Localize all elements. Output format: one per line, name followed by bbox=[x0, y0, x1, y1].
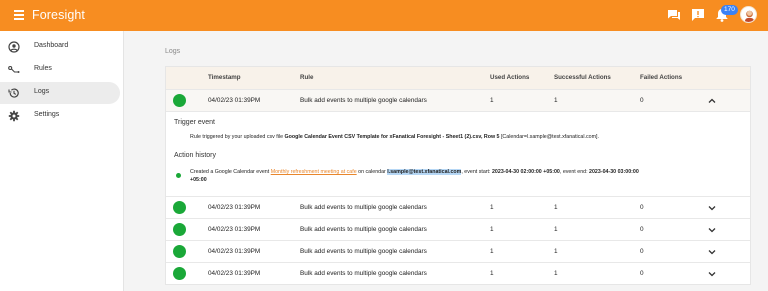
cell-used-actions: 1 bbox=[490, 97, 494, 104]
trigger-suffix: [Calendar=l.sample@test.xfanatical.com]. bbox=[499, 134, 599, 140]
cell-used-actions: 1 bbox=[490, 270, 494, 277]
chat-icon[interactable] bbox=[666, 7, 682, 23]
rules-icon bbox=[8, 65, 20, 73]
avatar[interactable] bbox=[740, 6, 757, 23]
chevron-up-icon[interactable] bbox=[707, 96, 717, 106]
history-start-label: , event start: bbox=[461, 169, 492, 175]
sidebar-item-rules[interactable]: Rules bbox=[0, 59, 120, 81]
status-success-icon bbox=[173, 94, 186, 107]
column-header-timestamp[interactable]: Timestamp bbox=[208, 74, 241, 81]
cell-failed-actions: 0 bbox=[640, 270, 644, 277]
chevron-down-icon[interactable] bbox=[707, 247, 717, 257]
logs-table: Timestamp Rule Used Actions Successful A… bbox=[165, 66, 751, 285]
status-success-icon bbox=[173, 201, 186, 214]
cell-used-actions: 1 bbox=[490, 226, 494, 233]
cell-rule: Bulk add events to multiple google calen… bbox=[300, 270, 427, 277]
cell-used-actions: 1 bbox=[490, 204, 494, 211]
table-row[interactable]: 04/02/23 01:39PM Bulk add events to mult… bbox=[166, 218, 750, 240]
sidebar-item-label: Logs bbox=[34, 88, 50, 95]
status-success-icon bbox=[173, 245, 186, 258]
status-success-icon bbox=[173, 267, 186, 280]
history-mid: on calendar bbox=[356, 169, 388, 175]
column-header-used-actions[interactable]: Used Actions bbox=[490, 74, 529, 81]
cell-rule: Bulk add events to multiple google calen… bbox=[300, 97, 427, 104]
cell-successful-actions: 1 bbox=[554, 248, 558, 255]
table-row[interactable]: 04/02/23 01:39PM Bulk add events to mult… bbox=[166, 240, 750, 262]
history-icon bbox=[8, 88, 19, 98]
cell-rule: Bulk add events to multiple google calen… bbox=[300, 204, 427, 211]
column-header-rule[interactable]: Rule bbox=[300, 74, 313, 81]
cell-successful-actions: 1 bbox=[554, 226, 558, 233]
trigger-event-title: Trigger event bbox=[174, 119, 215, 126]
cell-rule: Bulk add events to multiple google calen… bbox=[300, 248, 427, 255]
action-success-icon bbox=[176, 173, 181, 178]
cell-rule: Bulk add events to multiple google calen… bbox=[300, 226, 427, 233]
sidebar-item-settings[interactable]: Settings bbox=[0, 105, 120, 127]
chevron-down-icon[interactable] bbox=[707, 225, 717, 235]
cell-timestamp: 04/02/23 01:39PM bbox=[208, 226, 261, 233]
chevron-down-icon[interactable] bbox=[707, 203, 717, 213]
notification-badge: 170 bbox=[721, 5, 738, 15]
cell-successful-actions: 1 bbox=[554, 97, 558, 104]
event-end-tz: +05:00 bbox=[190, 177, 207, 183]
dashboard-icon bbox=[8, 41, 20, 53]
trigger-file-name: Google Calendar Event CSV Template for x… bbox=[284, 134, 500, 140]
sidebar: Dashboard Rules Logs Settings bbox=[0, 31, 124, 291]
top-app-bar: Foresight 170 bbox=[0, 0, 768, 31]
chevron-down-icon[interactable] bbox=[707, 269, 717, 279]
sidebar-item-dashboard[interactable]: Dashboard bbox=[0, 36, 120, 58]
trigger-prefix: Rule triggered by your uploaded csv file bbox=[190, 134, 285, 140]
status-success-icon bbox=[173, 223, 186, 236]
table-row[interactable]: 04/02/23 01:39PM Bulk add events to mult… bbox=[166, 262, 750, 284]
action-history-title: Action history bbox=[174, 152, 217, 159]
app-title: Foresight bbox=[32, 8, 86, 22]
cell-timestamp: 04/02/23 01:39PM bbox=[208, 270, 261, 277]
cell-failed-actions: 0 bbox=[640, 204, 644, 211]
sidebar-item-logs[interactable]: Logs bbox=[0, 82, 120, 104]
cell-timestamp: 04/02/23 01:39PM bbox=[208, 248, 261, 255]
cell-failed-actions: 0 bbox=[640, 97, 644, 104]
cell-used-actions: 1 bbox=[490, 248, 494, 255]
column-header-failed-actions[interactable]: Failed Actions bbox=[640, 74, 682, 81]
log-detail-panel: Trigger event Rule triggered by your upl… bbox=[166, 111, 750, 196]
cell-failed-actions: 0 bbox=[640, 226, 644, 233]
trigger-event-text: Rule triggered by your uploaded csv file… bbox=[190, 134, 599, 142]
gear-icon bbox=[8, 110, 20, 122]
feedback-icon[interactable] bbox=[690, 7, 706, 23]
cell-successful-actions: 1 bbox=[554, 270, 558, 277]
history-end-label: , event end: bbox=[559, 169, 590, 175]
cell-failed-actions: 0 bbox=[640, 248, 644, 255]
column-header-successful-actions[interactable]: Successful Actions bbox=[554, 74, 611, 81]
calendar-email: l.sample@test.xfanatical.com bbox=[387, 169, 462, 175]
table-row[interactable]: 04/02/23 01:39PM Bulk add events to mult… bbox=[166, 89, 750, 111]
event-start: 2023-04-30 02:00:00 +05:00 bbox=[491, 169, 560, 175]
sidebar-item-label: Dashboard bbox=[34, 42, 69, 49]
sidebar-item-label: Rules bbox=[34, 65, 52, 72]
sidebar-item-label: Settings bbox=[34, 111, 60, 118]
menu-icon[interactable] bbox=[14, 10, 24, 21]
table-header: Timestamp Rule Used Actions Successful A… bbox=[166, 67, 750, 89]
action-history-text: Created a Google Calendar event Monthly … bbox=[190, 169, 639, 177]
cell-timestamp: 04/02/23 01:39PM bbox=[208, 97, 261, 104]
event-link[interactable]: Monthly refreshment meeting at cafe bbox=[271, 169, 357, 175]
cell-timestamp: 04/02/23 01:39PM bbox=[208, 204, 261, 211]
table-row[interactable]: 04/02/23 01:39PM Bulk add events to mult… bbox=[166, 196, 750, 218]
action-history-text-cont: +05:00 bbox=[190, 177, 207, 185]
cell-successful-actions: 1 bbox=[554, 204, 558, 211]
page-title: Logs bbox=[165, 48, 181, 55]
event-end: 2023-04-30 03:00:00 bbox=[589, 169, 639, 175]
main-content: Logs Timestamp Rule Used Actions Success… bbox=[124, 31, 768, 291]
history-prefix: Created a Google Calendar event bbox=[190, 169, 271, 175]
